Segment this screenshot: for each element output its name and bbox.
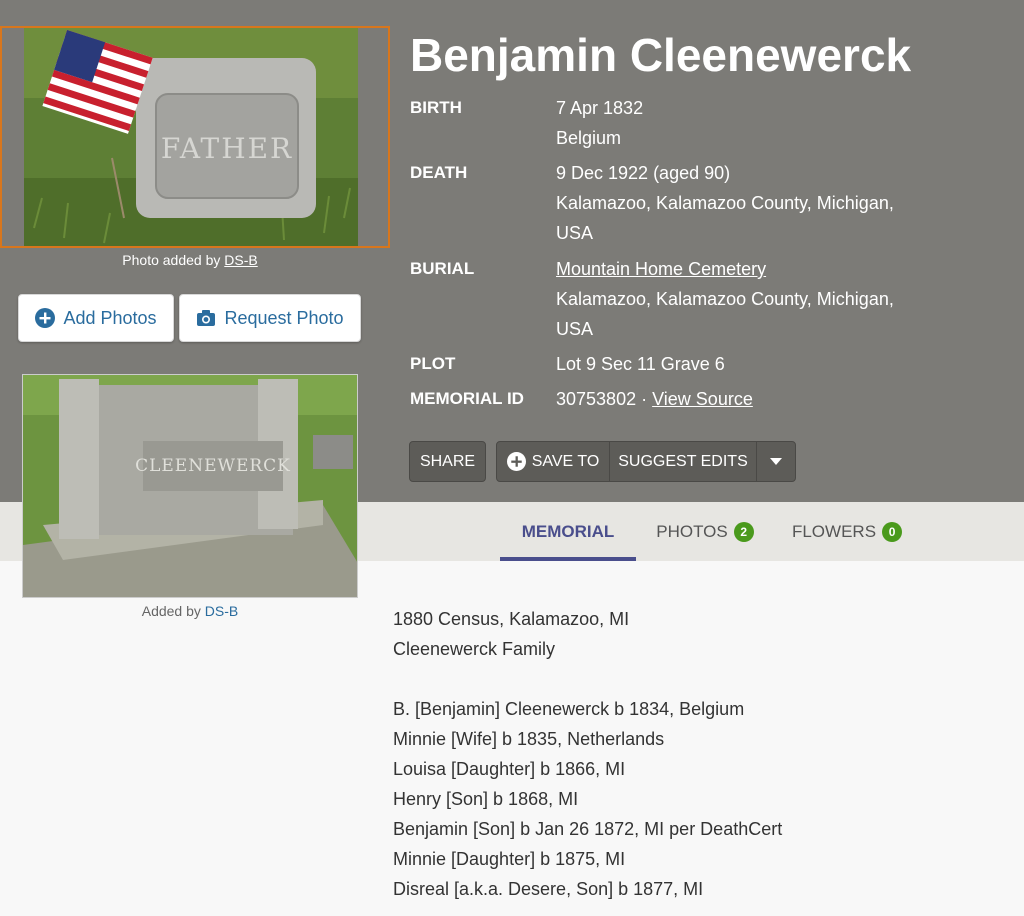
bio-line: Cleenewerck Family: [393, 639, 556, 659]
tab-flowers[interactable]: FLOWERS 0: [784, 502, 910, 561]
page-title: Benjamin Cleenewerck: [410, 29, 912, 81]
main-photo[interactable]: FATHER: [0, 26, 390, 248]
headstone-inscription: FATHER: [161, 132, 293, 165]
burial-place-line1: Kalamazoo, Kalamazoo County, Michigan,: [556, 289, 894, 309]
bio-line: Henry [Son] b 1868, MI: [393, 789, 579, 809]
bio-line: Louisa [Daughter] b 1866, MI: [393, 759, 626, 779]
plus-circle-icon: [35, 308, 56, 328]
bio-line: Benjamin [Son] b Jan 26 1872, MI per Dea…: [393, 819, 783, 839]
secondary-photo[interactable]: CLEENEWERCK: [22, 374, 358, 598]
main-photo-caption: Photo added by DS-B: [0, 252, 380, 268]
suggest-edits-label: SUGGEST EDITS: [618, 452, 748, 470]
caption-prefix: Added by: [141, 603, 201, 619]
caret-down-icon: [770, 458, 782, 465]
headstone-photo: FATHER: [24, 28, 358, 246]
bio-line: B. [Benjamin] Cleenewerck b 1834, Belgiu…: [393, 699, 745, 719]
add-photos-label: Add Photos: [63, 307, 157, 328]
burial-place-line2: USA: [556, 319, 594, 339]
tab-flowers-label: FLOWERS: [791, 521, 877, 541]
memorial-id-number: 30753802 ·: [556, 389, 648, 409]
cemetery-link[interactable]: Mountain Home Cemetery: [556, 259, 766, 279]
birth-value: 7 Apr 1832 Belgium: [556, 93, 926, 153]
plot-value: Lot 9 Sec 11 Grave 6: [556, 354, 725, 374]
tab-photos-label: PHOTOS: [656, 521, 728, 541]
photo-contributor-link[interactable]: DS-B: [205, 603, 238, 619]
death-value: 9 Dec 1922 (aged 90) Kalamazoo, Kalamazo…: [556, 158, 926, 248]
active-tab-indicator: [500, 557, 636, 561]
bio-line: [393, 664, 782, 694]
death-place-line2: USA: [556, 223, 594, 243]
monument-photo: CLEENEWERCK: [23, 375, 357, 597]
caption-prefix: Photo added by: [122, 252, 221, 268]
photos-count-badge: 2: [733, 521, 754, 542]
share-label: SHARE: [419, 452, 476, 470]
death-date: 9 Dec 1922 (aged 90): [556, 163, 731, 183]
camera-icon: [196, 308, 216, 328]
burial-label: BURIAL: [410, 259, 475, 278]
memorial-id-label: MEMORIAL ID: [410, 389, 524, 408]
plus-circle-icon: [506, 452, 526, 471]
request-photo-button[interactable]: Request Photo: [179, 294, 361, 342]
death-place-line1: Kalamazoo, Kalamazoo County, Michigan,: [556, 193, 894, 213]
bio-line: Disreal [a.k.a. Desere, Son] b 1877, MI: [393, 879, 704, 899]
burial-value: Mountain Home Cemetery Kalamazoo, Kalama…: [556, 254, 926, 344]
bio-text: 1880 Census, Kalamazoo, MI Cleenewerck F…: [393, 604, 782, 904]
more-options-button[interactable]: [756, 441, 796, 482]
memorial-id-value: 30753802 · View Source: [556, 384, 926, 414]
secondary-photo-caption: Added by DS-B: [22, 603, 358, 619]
view-source-link[interactable]: View Source: [652, 389, 753, 409]
save-to-button[interactable]: SAVE TO: [496, 441, 610, 482]
tab-memorial[interactable]: MEMORIAL: [500, 502, 636, 561]
plot-label: PLOT: [410, 354, 456, 373]
tab-photos[interactable]: PHOTOS 2: [645, 502, 765, 561]
bio-line: 1880 Census, Kalamazoo, MI: [393, 609, 630, 629]
photo-contributor-link[interactable]: DS-B: [224, 252, 257, 268]
monument-inscription: CLEENEWERCK: [135, 456, 291, 476]
request-photo-label: Request Photo: [224, 307, 344, 328]
birth-label: BIRTH: [410, 98, 462, 117]
save-to-label: SAVE TO: [531, 452, 600, 470]
flowers-count-badge: 0: [882, 521, 903, 542]
bio-line: Minnie [Daughter] b 1875, MI: [393, 849, 626, 869]
birth-place: Belgium: [556, 128, 622, 148]
birth-date: 7 Apr 1832: [556, 98, 644, 118]
share-button[interactable]: SHARE: [409, 441, 486, 482]
bio-line: Minnie [Wife] b 1835, Netherlands: [393, 729, 665, 749]
suggest-edits-button[interactable]: SUGGEST EDITS: [609, 441, 757, 482]
add-photos-button[interactable]: Add Photos: [18, 294, 174, 342]
death-label: DEATH: [410, 163, 468, 182]
tab-memorial-label: MEMORIAL: [521, 521, 615, 541]
